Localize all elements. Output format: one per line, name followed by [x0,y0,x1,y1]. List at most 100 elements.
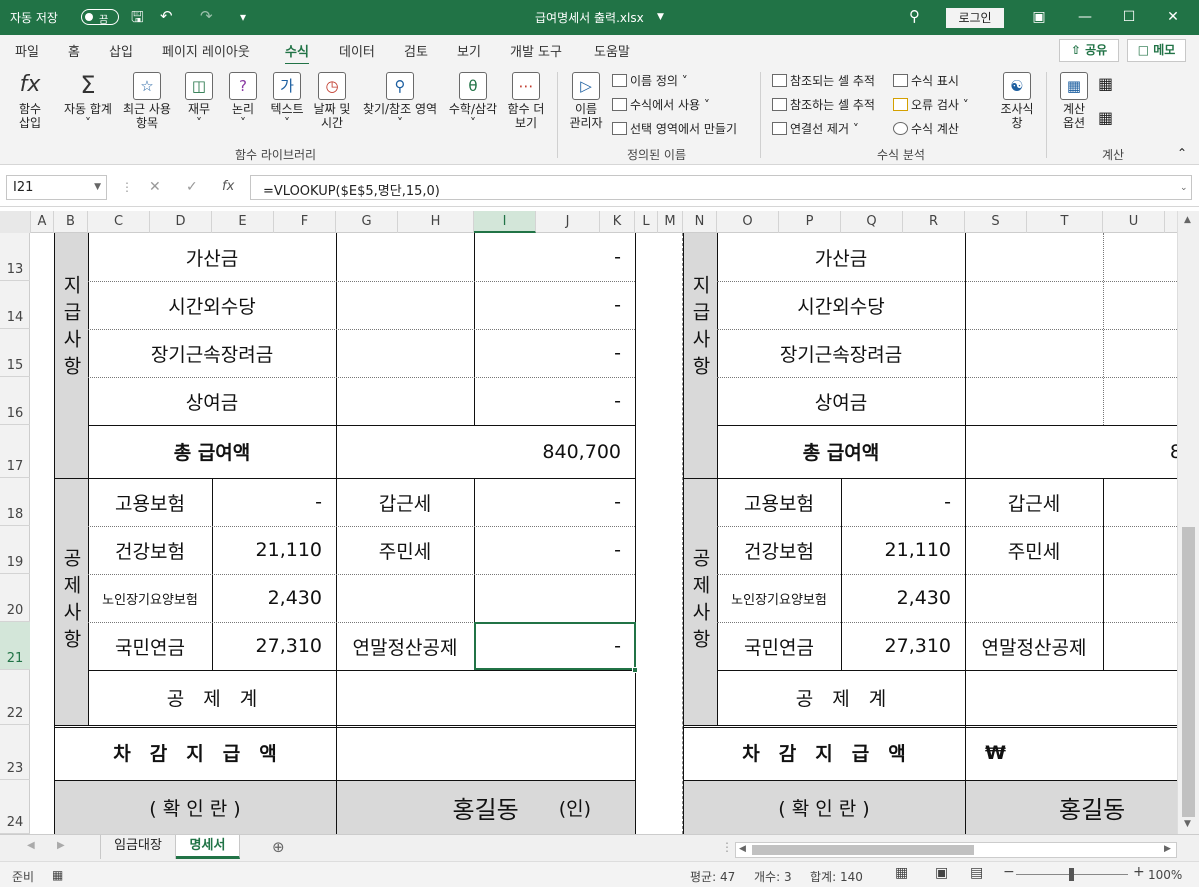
column-header-c[interactable]: C [88,211,150,233]
zoom-in-icon[interactable]: + [1133,864,1145,880]
use-in-formula-button[interactable]: 수식에서 사용 ˅ [612,96,710,113]
scroll-up-icon[interactable]: ▲ [1184,215,1191,225]
calculate-sheet-icon[interactable]: ▦ [1098,108,1113,127]
tab-page-layout[interactable]: 페이지 레이아웃 [162,41,250,60]
deduct-value[interactable]: - [841,478,965,526]
login-button[interactable]: 로그인 [946,8,1004,28]
cancel-icon[interactable]: ✕ [149,179,161,195]
define-name-button[interactable]: 이름 정의 ˅ [612,72,688,89]
chevron-down-icon[interactable]: ▼ [657,12,664,22]
remove-arrows-button[interactable]: 연결선 제거 ˅ [772,120,859,137]
tab-review[interactable]: 검토 [404,41,428,60]
search-icon[interactable]: ⚲ [909,7,920,25]
minimize-icon[interactable]: — [1062,4,1108,30]
scroll-left-icon[interactable]: ◀ [739,844,746,854]
save-icon[interactable]: 🖫 [131,7,144,32]
column-header-n[interactable]: N [683,211,717,233]
row-header-20[interactable]: 20 [0,574,30,622]
trace-precedents-button[interactable]: 참조되는 셀 추적 [772,72,875,89]
pay-item-label[interactable]: 상여금 [88,377,336,425]
tab-help[interactable]: 도움말 [594,41,630,60]
column-header-g[interactable]: G [336,211,398,233]
accessibility-icon[interactable]: ▦ [52,868,63,882]
tab-data[interactable]: 데이터 [339,41,375,60]
net-pay-currency[interactable]: ₩ [965,725,1177,780]
pay-item-label[interactable]: 장기근속장려금 [717,329,965,377]
deduct-label[interactable]: 국민연금 [717,622,841,670]
pay-item-label[interactable]: 시간외수당 [88,281,336,329]
chevron-down-icon[interactable]: ▼ [94,182,101,192]
row-header-14[interactable]: 14 [0,281,30,329]
deduct-value[interactable]: 2,430 [212,574,336,622]
prev-sheet-icon[interactable]: ◀ [27,840,35,851]
pay-item-label[interactable]: 상여금 [717,377,965,425]
column-header-h[interactable]: H [398,211,474,233]
deduct-value[interactable]: - [474,526,635,574]
trace-dependents-button[interactable]: 참조하는 셀 추적 [772,96,875,113]
column-header-q[interactable]: Q [841,211,903,233]
column-header-l[interactable]: L [635,211,658,233]
deduct-label[interactable]: 고용보험 [88,478,212,526]
zoom-out-icon[interactable]: − [1003,864,1015,880]
deduct-label[interactable]: 노인장기요양보험 [717,574,841,622]
deduct-value[interactable]: 2,430 [841,574,965,622]
calc-options-button[interactable]: ▦ 계산 옵션 [1052,72,1096,130]
deduct-value[interactable]: - [212,478,336,526]
column-header-r[interactable]: R [903,211,965,233]
next-sheet-icon[interactable]: ▶ [57,840,65,851]
deduct-value[interactable]: 21,110 [841,526,965,574]
pay-item-label[interactable]: 장기근속장려금 [88,329,336,377]
name-manager-button[interactable]: ▷ 이름 관리자 [564,72,608,130]
share-button[interactable]: ⇧ 공유 [1059,39,1119,62]
deduct-label[interactable]: 주민세 [965,526,1103,574]
name-box[interactable]: I21 ▼ [6,175,107,200]
customize-icon[interactable]: ▾ [240,10,246,24]
tab-view[interactable]: 보기 [457,41,481,60]
column-header-d[interactable]: D [150,211,212,233]
zoom-level[interactable]: 100% [1148,868,1182,882]
count-readout[interactable]: 개수: 3 [754,868,792,885]
text-button[interactable]: 가 텍스트 ˅ [266,72,308,130]
column-header-i[interactable]: I [474,211,536,233]
active-cell-i21[interactable] [474,622,636,670]
column-header-k[interactable]: K [600,211,635,233]
sum-readout[interactable]: 합계: 140 [810,868,863,885]
vertical-scrollbar[interactable]: ▲ ▼ [1177,211,1199,834]
deduct-total-label[interactable]: 공 제 계 [717,670,965,725]
zoom-slider-handle[interactable] [1069,868,1074,881]
pay-item-value[interactable]: - [474,281,635,329]
ribbon-display-icon[interactable]: ▣ [1016,4,1062,30]
row-header-15[interactable]: 15 [0,329,30,377]
more-functions-button[interactable]: ⋯ 함수 더 보기 [503,72,549,130]
column-header-m[interactable]: M [658,211,683,233]
row-header-21[interactable]: 21 [0,622,30,670]
scroll-thumb[interactable] [1182,527,1195,817]
calculate-now-icon[interactable]: ▦ [1098,74,1113,93]
confirm-label[interactable]: ( 확 인 란 ) [54,780,336,834]
sheet-tab-wage-ledger[interactable]: 임금대장 [100,835,176,859]
net-pay-label[interactable]: 차 감 지 급 액 [683,725,965,780]
h-scroll-thumb[interactable] [752,845,974,855]
pay-item-value[interactable]: - [474,377,635,425]
lookup-button[interactable]: ⚲ 찾기/참조 영역 ˅ [357,72,443,130]
pay-item-label[interactable]: 가산금 [88,233,336,281]
page-break-view-icon[interactable]: ▤ [970,865,983,881]
insert-function-button[interactable]: fx 함수 삽입 [8,72,52,130]
insert-function-icon[interactable]: fx [222,179,234,194]
deduct-total-label[interactable]: 공 제 계 [88,670,336,725]
column-header-f[interactable]: F [274,211,336,233]
row-header-17[interactable]: 17 [0,425,30,478]
row-header-18[interactable]: 18 [0,478,30,526]
column-header-e[interactable]: E [212,211,274,233]
deduct-value[interactable]: 27,310 [841,622,965,670]
file-name[interactable]: 급여명세서 출력.xlsx [535,9,644,26]
datetime-button[interactable]: ◷ 날짜 및 시간 [310,72,354,130]
deduct-label[interactable]: 국민연금 [88,622,212,670]
math-trig-button[interactable]: θ 수학/삼각 ˅ [445,72,501,130]
tab-file[interactable]: 파일 [15,41,39,60]
deduct-label[interactable]: 건강보험 [717,526,841,574]
create-from-selection-button[interactable]: 선택 영역에서 만들기 [612,120,737,137]
deduct-label[interactable]: 갑근세 [965,478,1103,526]
pay-item-label[interactable]: 시간외수당 [717,281,965,329]
error-checking-button[interactable]: 오류 검사 ˅ [893,96,969,113]
